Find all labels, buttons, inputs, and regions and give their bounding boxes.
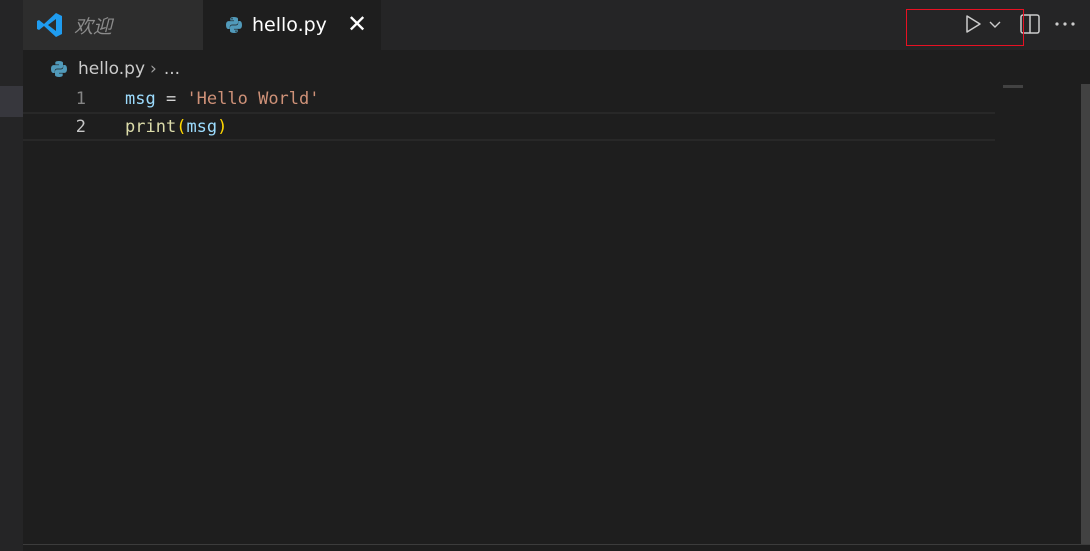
code-text: print(msg) bbox=[125, 116, 228, 137]
vertical-scrollbar[interactable] bbox=[1081, 84, 1090, 544]
run-python-file-button[interactable] bbox=[960, 11, 986, 37]
tab-welcome[interactable]: 欢迎 bbox=[23, 0, 203, 50]
tab-bar: 欢迎 hello.py ✕ bbox=[23, 0, 1090, 50]
vscode-logo-icon bbox=[36, 11, 64, 39]
split-editor-button[interactable] bbox=[1017, 11, 1043, 37]
line-number: 1 bbox=[75, 88, 86, 109]
python-icon bbox=[225, 16, 243, 34]
more-actions-button[interactable] bbox=[1050, 11, 1080, 37]
tab-label: 欢迎 bbox=[74, 15, 113, 38]
code-editor[interactable]: 1 msg = 'Hello World' 2 print(msg) bbox=[23, 84, 1090, 551]
code-line-current[interactable]: 2 print(msg) bbox=[23, 112, 995, 141]
breadcrumb: hello.py › ... bbox=[50, 57, 180, 81]
breadcrumb-symbols[interactable]: ... bbox=[164, 59, 180, 79]
explorer-edge bbox=[0, 0, 23, 551]
chevron-down-icon bbox=[989, 21, 1001, 28]
line-number: 2 bbox=[75, 116, 86, 137]
panel-divider bbox=[23, 544, 1090, 545]
code-line[interactable]: 1 msg = 'Hello World' bbox=[23, 84, 995, 113]
chevron-right-icon: › bbox=[150, 59, 157, 79]
more-icon bbox=[1055, 22, 1075, 26]
code-text: msg = 'Hello World' bbox=[125, 88, 320, 109]
run-dropdown-button[interactable] bbox=[986, 15, 1004, 33]
close-icon[interactable]: ✕ bbox=[345, 12, 369, 36]
tab-hello-py[interactable]: hello.py ✕ bbox=[203, 0, 381, 50]
tab-label: hello.py bbox=[252, 14, 327, 36]
play-icon bbox=[966, 15, 981, 33]
breadcrumb-file[interactable]: hello.py bbox=[78, 59, 145, 79]
python-icon bbox=[50, 60, 68, 78]
split-editor-icon bbox=[1020, 14, 1040, 34]
minimap[interactable] bbox=[1003, 85, 1023, 88]
explorer-selected-row[interactable] bbox=[0, 86, 23, 117]
